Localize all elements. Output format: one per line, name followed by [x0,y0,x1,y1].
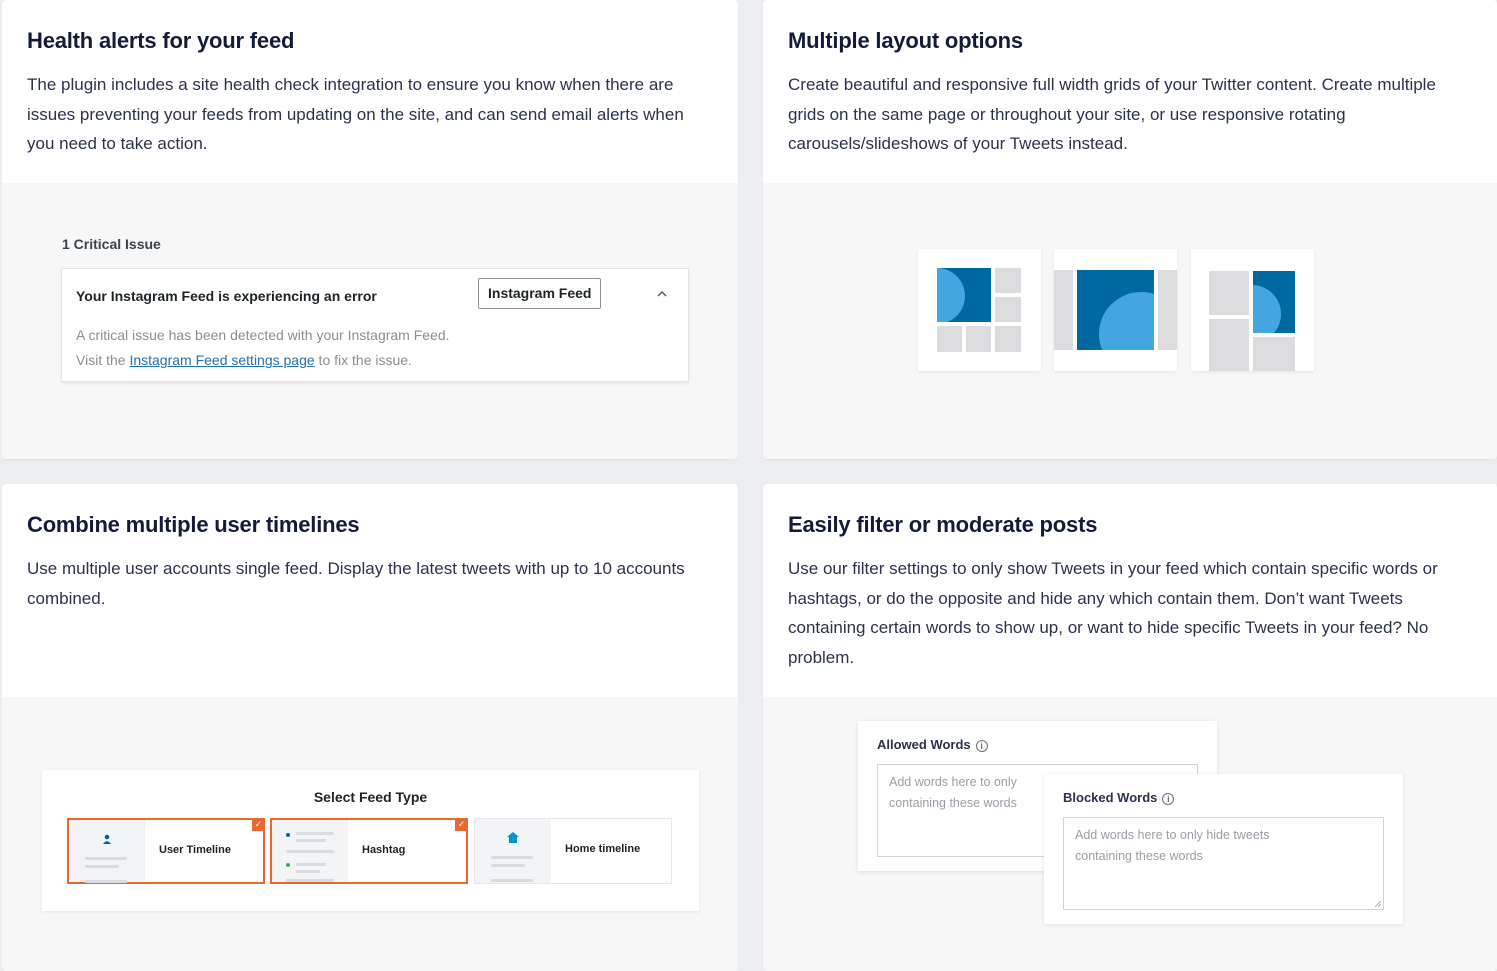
blocked-words-input[interactable]: Add words here to only hide tweets conta… [1063,817,1384,910]
alert-body-line-1: A critical issue has been detected with … [76,327,450,343]
home-timeline-thumbnail [475,819,551,883]
checkmark-icon: ✓ [252,818,265,831]
settings-page-link[interactable]: Instagram Feed settings page [129,352,314,368]
info-icon: i [975,740,988,752]
feed-type-home-timeline[interactable]: Home timeline [474,818,672,884]
allowed-placeholder-line-1: Add words here to only [889,775,1017,789]
info-icon: i [1162,793,1175,805]
blocked-words-label: Blocked Words i [1063,790,1175,805]
blocked-words-panel: Blocked Words i Add words here to only hi… [1044,774,1403,924]
feed-type-user-timeline[interactable]: User Timeline ✓ [67,818,265,884]
alert-body: A critical issue has been detected with … [76,323,450,373]
blocked-words-placeholder: Add words here to only hide tweets conta… [1075,825,1270,867]
user-icon [103,834,111,844]
card-description: Use multiple user accounts single feed. … [27,559,685,608]
masonry-layout-icon [1191,249,1314,371]
grid-layout-icon [918,249,1041,371]
home-icon [507,832,519,843]
feature-card-layout-options: Multiple layout options Create beautiful… [763,0,1497,459]
alert-source-tag: Instagram Feed [478,278,602,309]
health-alert-illustration: 1 Critical Issue Your Instagram Feed is … [2,183,738,459]
critical-issue-count: 1 Critical Issue [62,236,161,252]
card-description: Create beautiful and responsive full wid… [788,75,1436,153]
carousel-layout-icon [1054,249,1177,371]
feature-card-health-alerts: Health alerts for your feed The plugin i… [2,0,738,459]
alert-panel: Your Instagram Feed is experiencing an e… [61,268,689,382]
blocked-placeholder-line-1: Add words here to only hide tweets [1075,828,1270,842]
card-title: Health alerts for your feed [27,28,295,53]
blocked-words-label-text: Blocked Words [1063,790,1158,805]
alert-body-line-2: Visit the Instagram Feed settings page t… [76,348,450,373]
feature-card-combine-timelines: Combine multiple user timelines Use mult… [2,484,738,971]
card-description: The plugin includes a site health check … [27,75,684,153]
allowed-words-placeholder: Add words here to only containing these … [889,772,1017,814]
layout-options-illustration [763,183,1497,459]
alert-body-prefix: Visit the [76,352,130,368]
chevron-up-icon[interactable] [657,289,667,299]
allowed-words-label: Allowed Words i [877,737,988,752]
feed-type-label: Home timeline [565,843,641,855]
user-timeline-thumbnail [69,820,145,883]
filter-illustration: Allowed Words i Add words here to only co… [763,697,1497,971]
blocked-placeholder-line-2: containing these words [1075,849,1203,863]
card-title: Easily filter or moderate posts [788,512,1098,537]
feed-type-hashtag[interactable]: Hashtag ✓ [270,818,468,884]
allowed-words-label-text: Allowed Words [877,737,971,752]
card-description: Use our filter settings to only show Twe… [788,559,1438,667]
resize-handle-icon[interactable] [1374,900,1381,907]
feed-type-label: Hashtag [362,844,406,856]
feature-card-filter-posts: Easily filter or moderate posts Use our … [763,484,1497,971]
select-feed-type-title: Select Feed Type [313,789,428,805]
feed-type-illustration: Select Feed Type User Timeline ✓ Hashtag… [2,697,738,971]
alert-title: Your Instagram Feed is experiencing an e… [76,288,377,304]
allowed-placeholder-line-2: containing these words [889,796,1017,810]
alert-body-suffix: to fix the issue. [314,352,412,368]
feed-type-label: User Timeline [159,844,231,856]
select-feed-type-panel: Select Feed Type User Timeline ✓ Hashtag… [42,770,699,911]
card-title: Combine multiple user timelines [27,512,360,537]
hashtag-thumbnail [272,820,348,882]
card-title: Multiple layout options [788,28,1023,53]
checkmark-icon: ✓ [455,818,468,831]
